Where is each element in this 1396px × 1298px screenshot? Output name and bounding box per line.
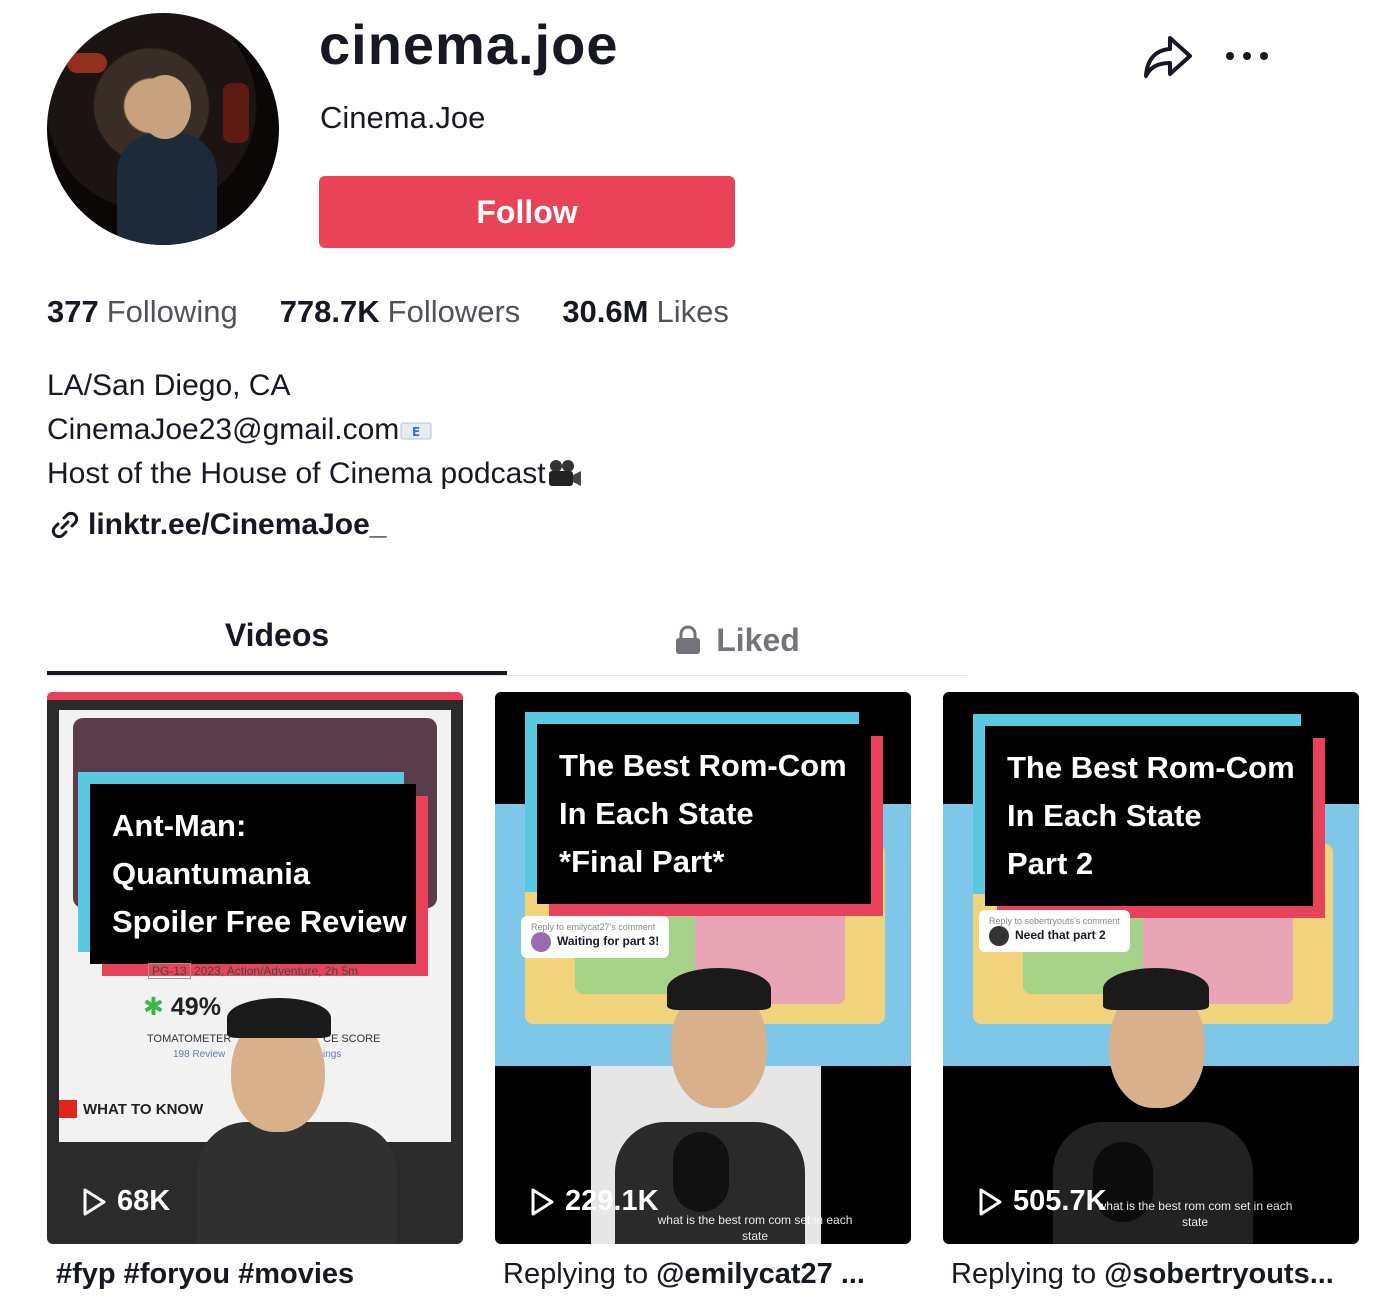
view-count: 68K — [81, 1185, 170, 1218]
video-card[interactable]: Ant-Man: Quantumania Spoiler Free Review… — [47, 692, 463, 1244]
view-count: 229.1K — [529, 1185, 659, 1218]
profile-handle: cinema.joe — [319, 13, 619, 76]
caption-prefix: Replying to — [951, 1258, 1105, 1290]
movie-camera-emoji — [548, 460, 581, 487]
video-top-bar — [47, 692, 463, 700]
avatar-person-body — [117, 133, 217, 245]
reply-bubble-header: Reply to emilycat27's comment — [531, 922, 656, 932]
reply-bubble: Reply to emilycat27's comment Waiting fo… — [521, 916, 670, 958]
profile-tabs: Videos Liked — [47, 604, 967, 676]
title-line: In Each State — [559, 796, 754, 831]
stat-value: 377 — [47, 294, 99, 329]
reply-bubble-text: Waiting for part 3! — [557, 934, 660, 949]
profile-nickname: Cinema.Joe — [320, 100, 486, 135]
tab-videos[interactable]: Videos — [47, 604, 507, 675]
svg-text:E: E — [412, 425, 420, 439]
reply-bubble-text: Need that part 2 — [1015, 928, 1106, 943]
share-icon[interactable] — [1140, 30, 1194, 82]
bio-location: LA/San Diego, CA — [47, 369, 291, 402]
play-icon — [531, 1188, 554, 1215]
tab-liked[interactable]: Liked — [507, 604, 967, 675]
person-cap — [227, 998, 331, 1038]
reply-bubble: Reply to sobertryouts's comment Need tha… — [979, 910, 1130, 952]
view-count-value: 229.1K — [565, 1185, 659, 1217]
caption-prefix: Replying to — [503, 1258, 657, 1290]
audience-label: CE SCORE — [323, 1033, 381, 1045]
video-caption[interactable]: #fyp #foryou #movies — [56, 1258, 472, 1291]
play-icon — [83, 1188, 106, 1215]
stat-value: 778.7K — [279, 294, 380, 329]
movie-meta-text: 2023, Action/Adventure, 2h 5m — [194, 964, 359, 978]
stat-likes: 30.6M Likes — [562, 294, 729, 330]
stat-value: 30.6M — [562, 294, 649, 329]
title-line: Ant-Man: — [112, 808, 247, 843]
avatar-person-head — [139, 75, 191, 139]
view-count-value: 68K — [117, 1185, 171, 1217]
envelope-emoji: E — [400, 422, 432, 440]
person-cap — [1103, 968, 1209, 1010]
bio-email-line: CinemaJoe23@gmail.com E — [47, 408, 582, 452]
person-cap — [667, 968, 771, 1010]
caption-mention[interactable]: @sobertryouts... — [1104, 1258, 1334, 1290]
stat-label: Followers — [387, 294, 521, 329]
caption-mention[interactable]: @emilycat27 ... — [656, 1258, 865, 1290]
stat-label: Following — [106, 294, 238, 329]
microphone — [673, 1132, 729, 1212]
profile-link-text[interactable]: linktr.ee/CinemaJoe_ — [88, 508, 386, 542]
bio-podcast-line: Host of the House of Cinema podcast — [47, 452, 582, 496]
view-count: 505.7K — [977, 1185, 1107, 1218]
view-count-value: 505.7K — [1013, 1185, 1107, 1217]
reply-bubble-header: Reply to sobertryouts's comment — [989, 916, 1120, 926]
red-marker — [59, 1100, 77, 1118]
bio-email: CinemaJoe23@gmail.com — [47, 413, 400, 446]
movie-meta: PG-13 2023, Action/Adventure, 2h 5m — [148, 963, 359, 979]
stat-label: Likes — [656, 294, 729, 329]
stat-following[interactable]: 377 Following — [47, 294, 238, 330]
what-to-know-label: WHAT TO KNOW — [83, 1100, 204, 1118]
video-title-card: The Best Rom-Com In Each State *Final Pa… — [537, 724, 871, 904]
commenter-avatar — [989, 926, 1009, 946]
video-subtitle: what is the best rom com set in each sta… — [1097, 1199, 1293, 1229]
what-to-know: WHAT TO KNOW — [59, 1100, 203, 1118]
profile-avatar — [47, 13, 279, 245]
title-line: The Best Rom-Com — [559, 748, 847, 783]
video-caption[interactable]: Replying to @sobertryouts... — [951, 1258, 1367, 1291]
video-title-card: The Best Rom-Com In Each State Part 2 — [985, 726, 1313, 906]
bio-podcast: Host of the House of Cinema podcast — [47, 457, 546, 490]
stat-followers[interactable]: 778.7K Followers — [280, 294, 521, 330]
profile-stats: 377 Following 778.7K Followers 30.6M Likes — [47, 294, 771, 330]
video-caption[interactable]: Replying to @emilycat27 ... — [503, 1258, 919, 1291]
follow-button[interactable]: Follow — [319, 176, 735, 248]
splat-icon: ✱ — [143, 993, 164, 1021]
title-line: In Each State — [1007, 798, 1202, 833]
video-card[interactable]: The Best Rom-Com In Each State *Final Pa… — [495, 692, 911, 1244]
profile-bio: LA/San Diego, CA CinemaJoe23@gmail.com E … — [47, 364, 582, 496]
video-subtitle: what is the best rom com set in each sta… — [657, 1213, 853, 1243]
title-line: The Best Rom-Com — [1007, 750, 1295, 785]
score-value: 49% — [170, 993, 221, 1021]
tomatometer-label: TOMATOMETER — [147, 1033, 232, 1045]
person-shirt — [197, 1122, 397, 1244]
commenter-avatar — [531, 932, 551, 952]
more-icon[interactable] — [1222, 45, 1274, 67]
avatar-background-light — [223, 83, 249, 143]
tomatometer-score: ✱ 49% — [143, 992, 221, 1022]
profile-link[interactable]: linktr.ee/CinemaJoe_ — [50, 508, 386, 542]
reviews-count: 198 Review — [173, 1049, 226, 1060]
link-icon — [51, 511, 79, 539]
ratings-count: ings — [323, 1049, 342, 1060]
lock-icon — [676, 625, 701, 654]
tab-liked-label: Liked — [716, 621, 800, 658]
rating-badge: PG-13 — [148, 963, 191, 979]
avatar-background-light — [67, 53, 107, 73]
video-card[interactable]: The Best Rom-Com In Each State Part 2 Re… — [943, 692, 1359, 1244]
play-icon — [979, 1188, 1002, 1215]
title-line: *Final Part* — [559, 844, 725, 879]
title-line: Spoiler Free Review — [112, 904, 407, 939]
video-title-card: Ant-Man: Quantumania Spoiler Free Review — [90, 784, 416, 964]
title-line: Part 2 — [1007, 846, 1094, 881]
title-line: Quantumania — [112, 856, 311, 891]
